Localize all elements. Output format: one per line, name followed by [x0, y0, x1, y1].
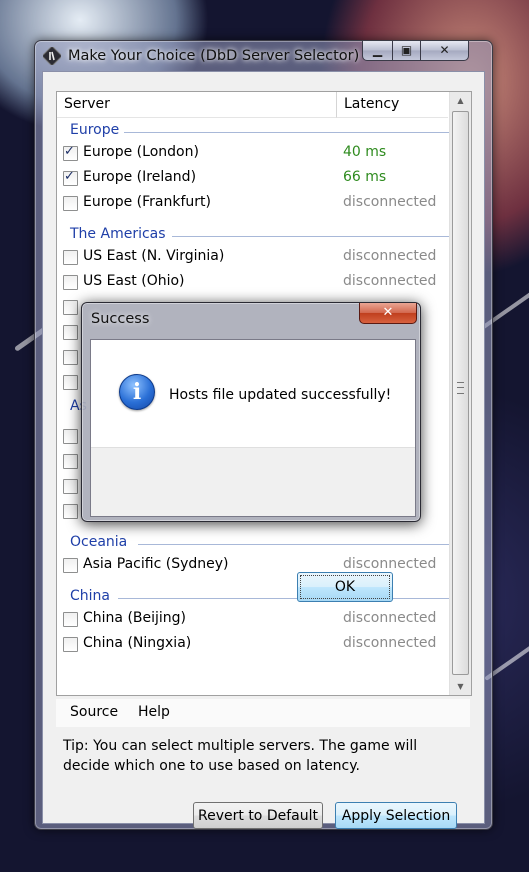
ok-button[interactable]: OK	[297, 572, 393, 602]
server-checkbox[interactable]	[63, 169, 78, 186]
server-row[interactable]: China (Ningxia) disconnected	[57, 633, 448, 658]
vertical-scrollbar[interactable]: ▲ ▼	[449, 92, 471, 695]
server-checkbox[interactable]	[63, 504, 78, 519]
success-dialog: Success ✕ i Hosts file updated successfu…	[81, 302, 421, 602]
grip-icon	[457, 382, 464, 394]
close-icon: ✕	[382, 305, 394, 320]
group-divider	[118, 598, 449, 599]
server-latency: disconnected	[343, 194, 437, 210]
server-checkbox[interactable]	[63, 350, 78, 365]
group-header-china: China	[70, 588, 110, 604]
menu-help[interactable]: Help	[138, 704, 170, 720]
group-divider	[138, 544, 449, 545]
group-divider	[124, 132, 449, 133]
menu-source[interactable]: Source	[70, 704, 118, 720]
column-header-latency[interactable]: Latency	[337, 92, 448, 118]
server-checkbox[interactable]	[63, 325, 78, 340]
server-checkbox[interactable]	[63, 612, 78, 627]
scroll-down-icon[interactable]: ▼	[450, 678, 471, 695]
server-row[interactable]: US East (N. Virginia) disconnected	[57, 246, 448, 271]
server-latency: 66 ms	[343, 169, 387, 185]
server-name: Europe (Ireland)	[83, 169, 197, 185]
title-bar[interactable]: Make Your Choice (DbD Server Selector) ▁…	[35, 41, 492, 73]
dbd-logo-icon	[43, 47, 61, 65]
group-header-europe: Europe	[70, 122, 120, 138]
server-checkbox[interactable]	[63, 144, 78, 161]
server-checkbox[interactable]	[63, 479, 78, 494]
server-name: China (Beijing)	[83, 610, 187, 626]
server-checkbox[interactable]	[63, 196, 78, 211]
menu-bar: Source Help	[56, 699, 470, 727]
server-checkbox[interactable]	[63, 429, 78, 444]
group-header-americas: The Americas	[70, 226, 166, 242]
server-row[interactable]: Europe (Ireland) 66 ms	[57, 167, 448, 192]
server-checkbox[interactable]	[63, 275, 78, 290]
server-latency: 40 ms	[343, 144, 387, 160]
server-checkbox[interactable]	[63, 558, 78, 573]
server-name: US East (Ohio)	[83, 273, 185, 289]
maximize-icon: ▣	[400, 43, 413, 57]
server-latency: disconnected	[343, 635, 437, 651]
server-latency: disconnected	[343, 273, 437, 289]
server-checkbox[interactable]	[63, 250, 78, 265]
server-checkbox[interactable]	[63, 300, 78, 315]
dialog-body: i Hosts file updated successfully! OK	[90, 339, 416, 602]
dialog-title: Success	[91, 311, 150, 327]
maximize-button[interactable]: ▣	[392, 41, 421, 61]
close-button[interactable]: ✕	[420, 41, 469, 61]
server-latency: disconnected	[343, 248, 437, 264]
dialog-message: Hosts file updated successfully!	[169, 387, 392, 403]
apply-selection-button[interactable]: Apply Selection	[335, 802, 457, 829]
server-name: China (Ningxia)	[83, 635, 192, 651]
minimize-button[interactable]: ▁	[362, 41, 393, 61]
server-checkbox[interactable]	[63, 375, 78, 390]
close-icon: ✕	[439, 43, 450, 57]
dialog-close-button[interactable]: ✕	[359, 303, 417, 324]
group-header-oceania: Oceania	[70, 534, 128, 550]
server-row[interactable]: Europe (London) 40 ms	[57, 142, 448, 167]
tip-text: Tip: You can select multiple servers. Th…	[63, 738, 418, 774]
server-name: Europe (London)	[83, 144, 199, 160]
server-checkbox[interactable]	[63, 454, 78, 469]
group-divider	[172, 236, 449, 237]
scrollbar-thumb[interactable]	[452, 111, 469, 675]
window-title: Make Your Choice (DbD Server Selector)	[68, 48, 360, 64]
server-name: US East (N. Virginia)	[83, 248, 225, 264]
server-checkbox[interactable]	[63, 637, 78, 652]
revert-to-default-button[interactable]: Revert to Default	[193, 802, 323, 829]
server-row[interactable]: US East (Ohio) disconnected	[57, 271, 448, 296]
server-name: Asia Pacific (Sydney)	[83, 556, 229, 572]
server-row[interactable]: Europe (Frankfurt) disconnected	[57, 192, 448, 217]
server-row[interactable]: China (Beijing) disconnected	[57, 608, 448, 633]
column-header-server[interactable]: Server	[57, 92, 337, 118]
minimize-icon: ▁	[372, 43, 383, 57]
server-latency: disconnected	[343, 610, 437, 626]
server-name: Europe (Frankfurt)	[83, 194, 212, 210]
dialog-footer: OK	[91, 447, 415, 602]
server-latency: disconnected	[343, 556, 437, 572]
info-icon: i	[119, 374, 155, 410]
scroll-up-icon[interactable]: ▲	[450, 92, 471, 109]
